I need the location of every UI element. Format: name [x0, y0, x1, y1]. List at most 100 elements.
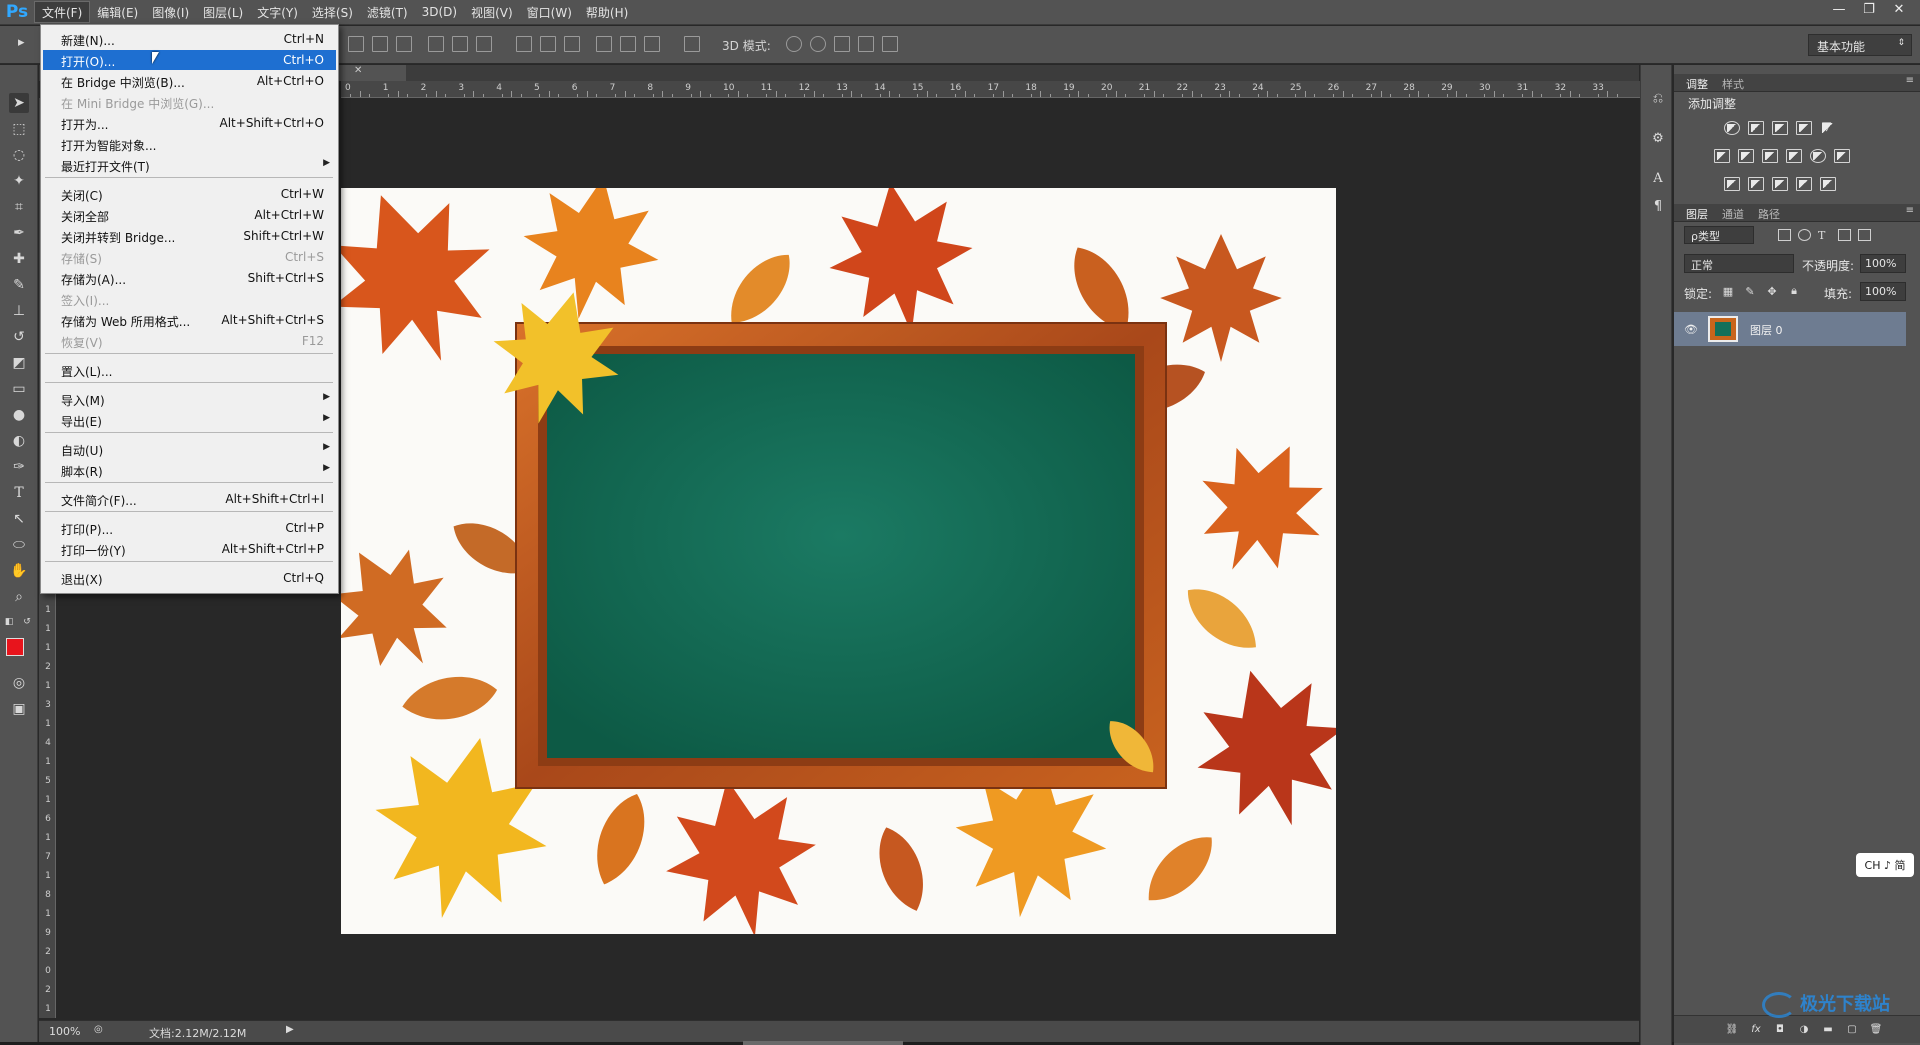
magic-wand-icon[interactable]: ✦: [9, 171, 29, 191]
slide-3d-icon[interactable]: [858, 36, 874, 52]
file-menu-item[interactable]: 在 Bridge 中浏览(B)... Alt+Ctrl+O: [43, 71, 336, 91]
align-hcenter-icon[interactable]: [452, 36, 468, 52]
swap-colors-icon[interactable]: ↺: [20, 615, 34, 629]
tab-channels[interactable]: 通道: [1722, 206, 1744, 222]
levels-icon[interactable]: [1748, 121, 1764, 135]
crop-tool-icon[interactable]: ⌗: [9, 197, 29, 217]
file-menu-item[interactable]: 关闭并转到 Bridge... Shift+Ctrl+W: [43, 226, 336, 246]
file-menu-item[interactable]: 自动(U) ▶: [43, 439, 336, 459]
foreground-color-swatch[interactable]: [6, 638, 24, 656]
distribute-top-icon[interactable]: [516, 36, 532, 52]
blur-icon[interactable]: ●: [9, 405, 29, 425]
scale-3d-icon[interactable]: [882, 36, 898, 52]
panel-menu-icon[interactable]: ≡: [1906, 75, 1914, 86]
color-balance-icon[interactable]: [1738, 149, 1754, 163]
lock-all-icon[interactable]: 🔒︎: [1788, 284, 1800, 297]
selective-color-icon[interactable]: [1796, 177, 1812, 191]
menu-view[interactable]: 视图(V): [464, 1, 520, 23]
new-group-icon[interactable]: ▬: [1822, 1023, 1834, 1035]
minimize-button[interactable]: —: [1824, 0, 1854, 18]
zoom-level[interactable]: 100%: [49, 1025, 80, 1038]
fill-input[interactable]: 100%: [1860, 282, 1906, 301]
panel-menu-icon[interactable]: ≡: [1906, 205, 1914, 216]
file-menu-item[interactable]: 打开为智能对象...: [43, 134, 336, 154]
pan-3d-icon[interactable]: [834, 36, 850, 52]
menu-file[interactable]: 文件(F): [34, 1, 91, 23]
paragraph-panel-icon[interactable]: ¶: [1649, 197, 1667, 215]
zoom-tool-icon[interactable]: ⌕: [9, 587, 29, 607]
move-tool-preset-icon[interactable]: ▸: [18, 35, 34, 51]
default-colors-icon[interactable]: ◧: [2, 615, 16, 629]
align-left-icon[interactable]: [428, 36, 444, 52]
link-layers-icon[interactable]: ⛓: [1726, 1023, 1739, 1035]
auto-align-icon[interactable]: [684, 36, 700, 52]
file-menu-item[interactable]: 最近打开文件(T) ▶: [43, 155, 336, 175]
delete-layer-icon[interactable]: 🗑︎: [1870, 1023, 1883, 1035]
filter-shape-icon[interactable]: [1838, 229, 1851, 241]
close-button[interactable]: ✕: [1884, 0, 1914, 18]
screen-mode-icon[interactable]: ▣: [9, 699, 29, 719]
file-menu-item[interactable]: 脚本(R) ▶: [43, 460, 336, 480]
align-right-icon[interactable]: [476, 36, 492, 52]
workspace-select[interactable]: 基本功能 ⇕: [1808, 34, 1912, 56]
character-panel-icon[interactable]: A: [1649, 169, 1667, 187]
menu-3d[interactable]: 3D(D): [415, 1, 464, 23]
scrollbar-thumb[interactable]: [743, 1041, 903, 1045]
file-menu-item[interactable]: 存储为 Web 所用格式... Alt+Shift+Ctrl+S: [43, 310, 336, 330]
blend-mode-select[interactable]: 正常: [1684, 254, 1794, 273]
opacity-input[interactable]: 100%: [1860, 254, 1906, 273]
tab-styles[interactable]: 样式: [1722, 76, 1744, 92]
distribute-bottom-icon[interactable]: [564, 36, 580, 52]
posterize-icon[interactable]: [1748, 177, 1764, 191]
eye-icon[interactable]: 👁︎: [1684, 323, 1698, 336]
gradient-map-icon[interactable]: [1820, 177, 1836, 191]
align-top-icon[interactable]: [348, 36, 364, 52]
file-menu-item[interactable]: 导入(M) ▶: [43, 389, 336, 409]
file-menu-item[interactable]: 文件简介(F)... Alt+Shift+Ctrl+I: [43, 489, 336, 509]
restore-button[interactable]: ❐: [1854, 0, 1884, 18]
hue-saturation-icon[interactable]: [1714, 149, 1730, 163]
file-menu-item[interactable]: 退出(X) Ctrl+Q: [43, 568, 336, 588]
eraser-icon[interactable]: ◩: [9, 353, 29, 373]
document-tab[interactable]: ✕: [336, 65, 406, 81]
distribute-left-icon[interactable]: [596, 36, 612, 52]
file-menu-item[interactable]: 关闭全部 Alt+Ctrl+W: [43, 205, 336, 225]
menu-help[interactable]: 帮助(H): [579, 1, 635, 23]
dodge-icon[interactable]: ◐: [9, 431, 29, 451]
file-menu-item[interactable]: 置入(L)...: [43, 360, 336, 380]
close-icon[interactable]: ✕: [354, 65, 362, 76]
properties-panel-icon[interactable]: ⚙: [1649, 129, 1667, 147]
invert-icon[interactable]: [1724, 177, 1740, 191]
marquee-tool-icon[interactable]: ⬚: [9, 119, 29, 139]
file-menu-item[interactable]: 打开为... Alt+Shift+Ctrl+O: [43, 113, 336, 133]
layer-row[interactable]: 👁︎ 图层 0: [1674, 312, 1906, 346]
lock-transparent-icon[interactable]: ▦: [1722, 285, 1734, 298]
color-lookup-icon[interactable]: [1834, 149, 1850, 163]
file-menu-item[interactable]: 关闭(C) Ctrl+W: [43, 184, 336, 204]
distribute-vcenter-icon[interactable]: [540, 36, 556, 52]
clone-stamp-icon[interactable]: ⊥: [9, 301, 29, 321]
menu-filter[interactable]: 滤镜(T): [360, 1, 415, 23]
black-white-icon[interactable]: [1762, 149, 1778, 163]
status-info-icon[interactable]: ◎: [94, 1024, 103, 1035]
filter-adjustment-icon[interactable]: [1798, 229, 1811, 241]
gradient-icon[interactable]: ▭: [9, 379, 29, 399]
lock-position-icon[interactable]: ✥: [1766, 285, 1778, 298]
tab-paths[interactable]: 路径: [1758, 206, 1780, 222]
curves-icon[interactable]: [1772, 121, 1788, 135]
path-select-icon[interactable]: ↖: [9, 509, 29, 529]
distribute-hcenter-icon[interactable]: [620, 36, 636, 52]
filter-smart-object-icon[interactable]: [1858, 229, 1871, 241]
brightness-icon[interactable]: [1724, 121, 1740, 135]
ellipse-tool-icon[interactable]: ⬭: [9, 535, 29, 555]
menu-window[interactable]: 窗口(W): [520, 1, 579, 23]
layer-name[interactable]: 图层 0: [1750, 322, 1783, 338]
tab-layers[interactable]: 图层: [1686, 206, 1708, 222]
file-menu-item[interactable]: 导出(E) ▶: [43, 410, 336, 430]
file-menu-item[interactable]: 打开(O)... Ctrl+O: [43, 50, 336, 70]
distribute-right-icon[interactable]: [644, 36, 660, 52]
menu-select[interactable]: 选择(S): [305, 1, 360, 23]
ime-indicator[interactable]: CH ♪ 简: [1856, 853, 1914, 877]
quick-mask-icon[interactable]: ◎: [9, 673, 29, 693]
tab-adjustments[interactable]: 调整: [1686, 76, 1708, 92]
